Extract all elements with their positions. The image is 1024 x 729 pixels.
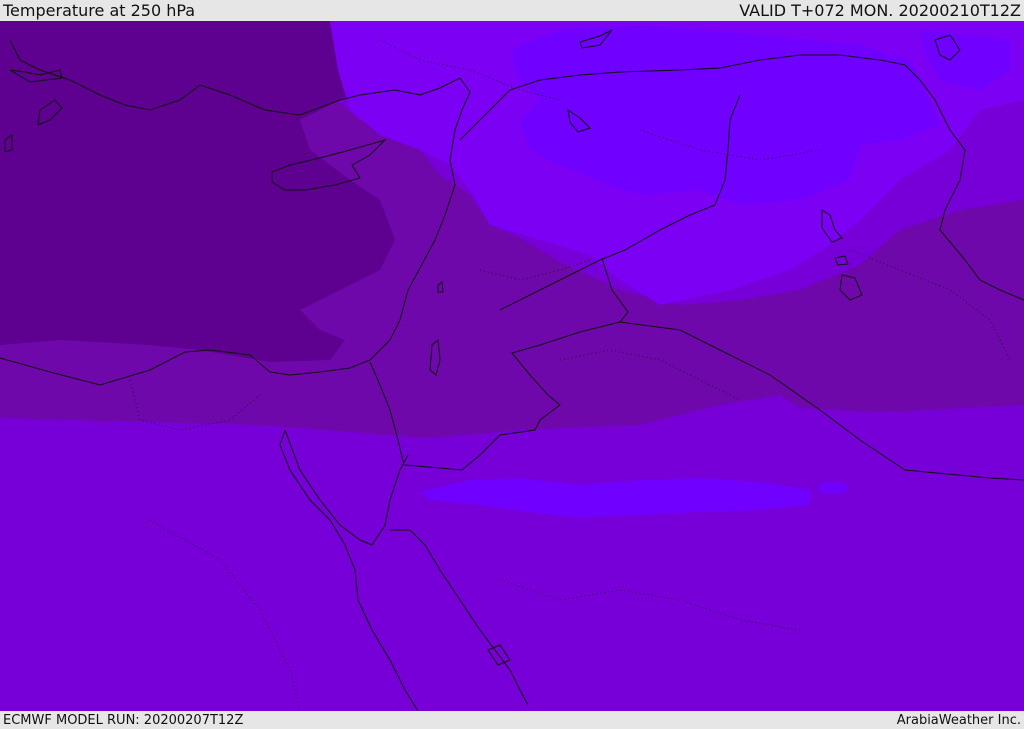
model-run: ECMWF MODEL RUN: 20200207T12Z — [3, 712, 244, 728]
map-title: Temperature at 250 hPa — [3, 1, 196, 20]
title-bar: Temperature at 250 hPa VALID T+072 MON. … — [0, 0, 1024, 21]
credit: ArabiaWeather Inc. — [896, 712, 1021, 728]
map-svg — [0, 21, 1024, 711]
valid-time: VALID T+072 MON. 20200210T12Z — [739, 1, 1021, 20]
temp-zone-lightest — [818, 482, 848, 494]
footer-bar: ECMWF MODEL RUN: 20200207T12Z ArabiaWeat… — [0, 711, 1024, 729]
temperature-map[interactable] — [0, 21, 1024, 711]
